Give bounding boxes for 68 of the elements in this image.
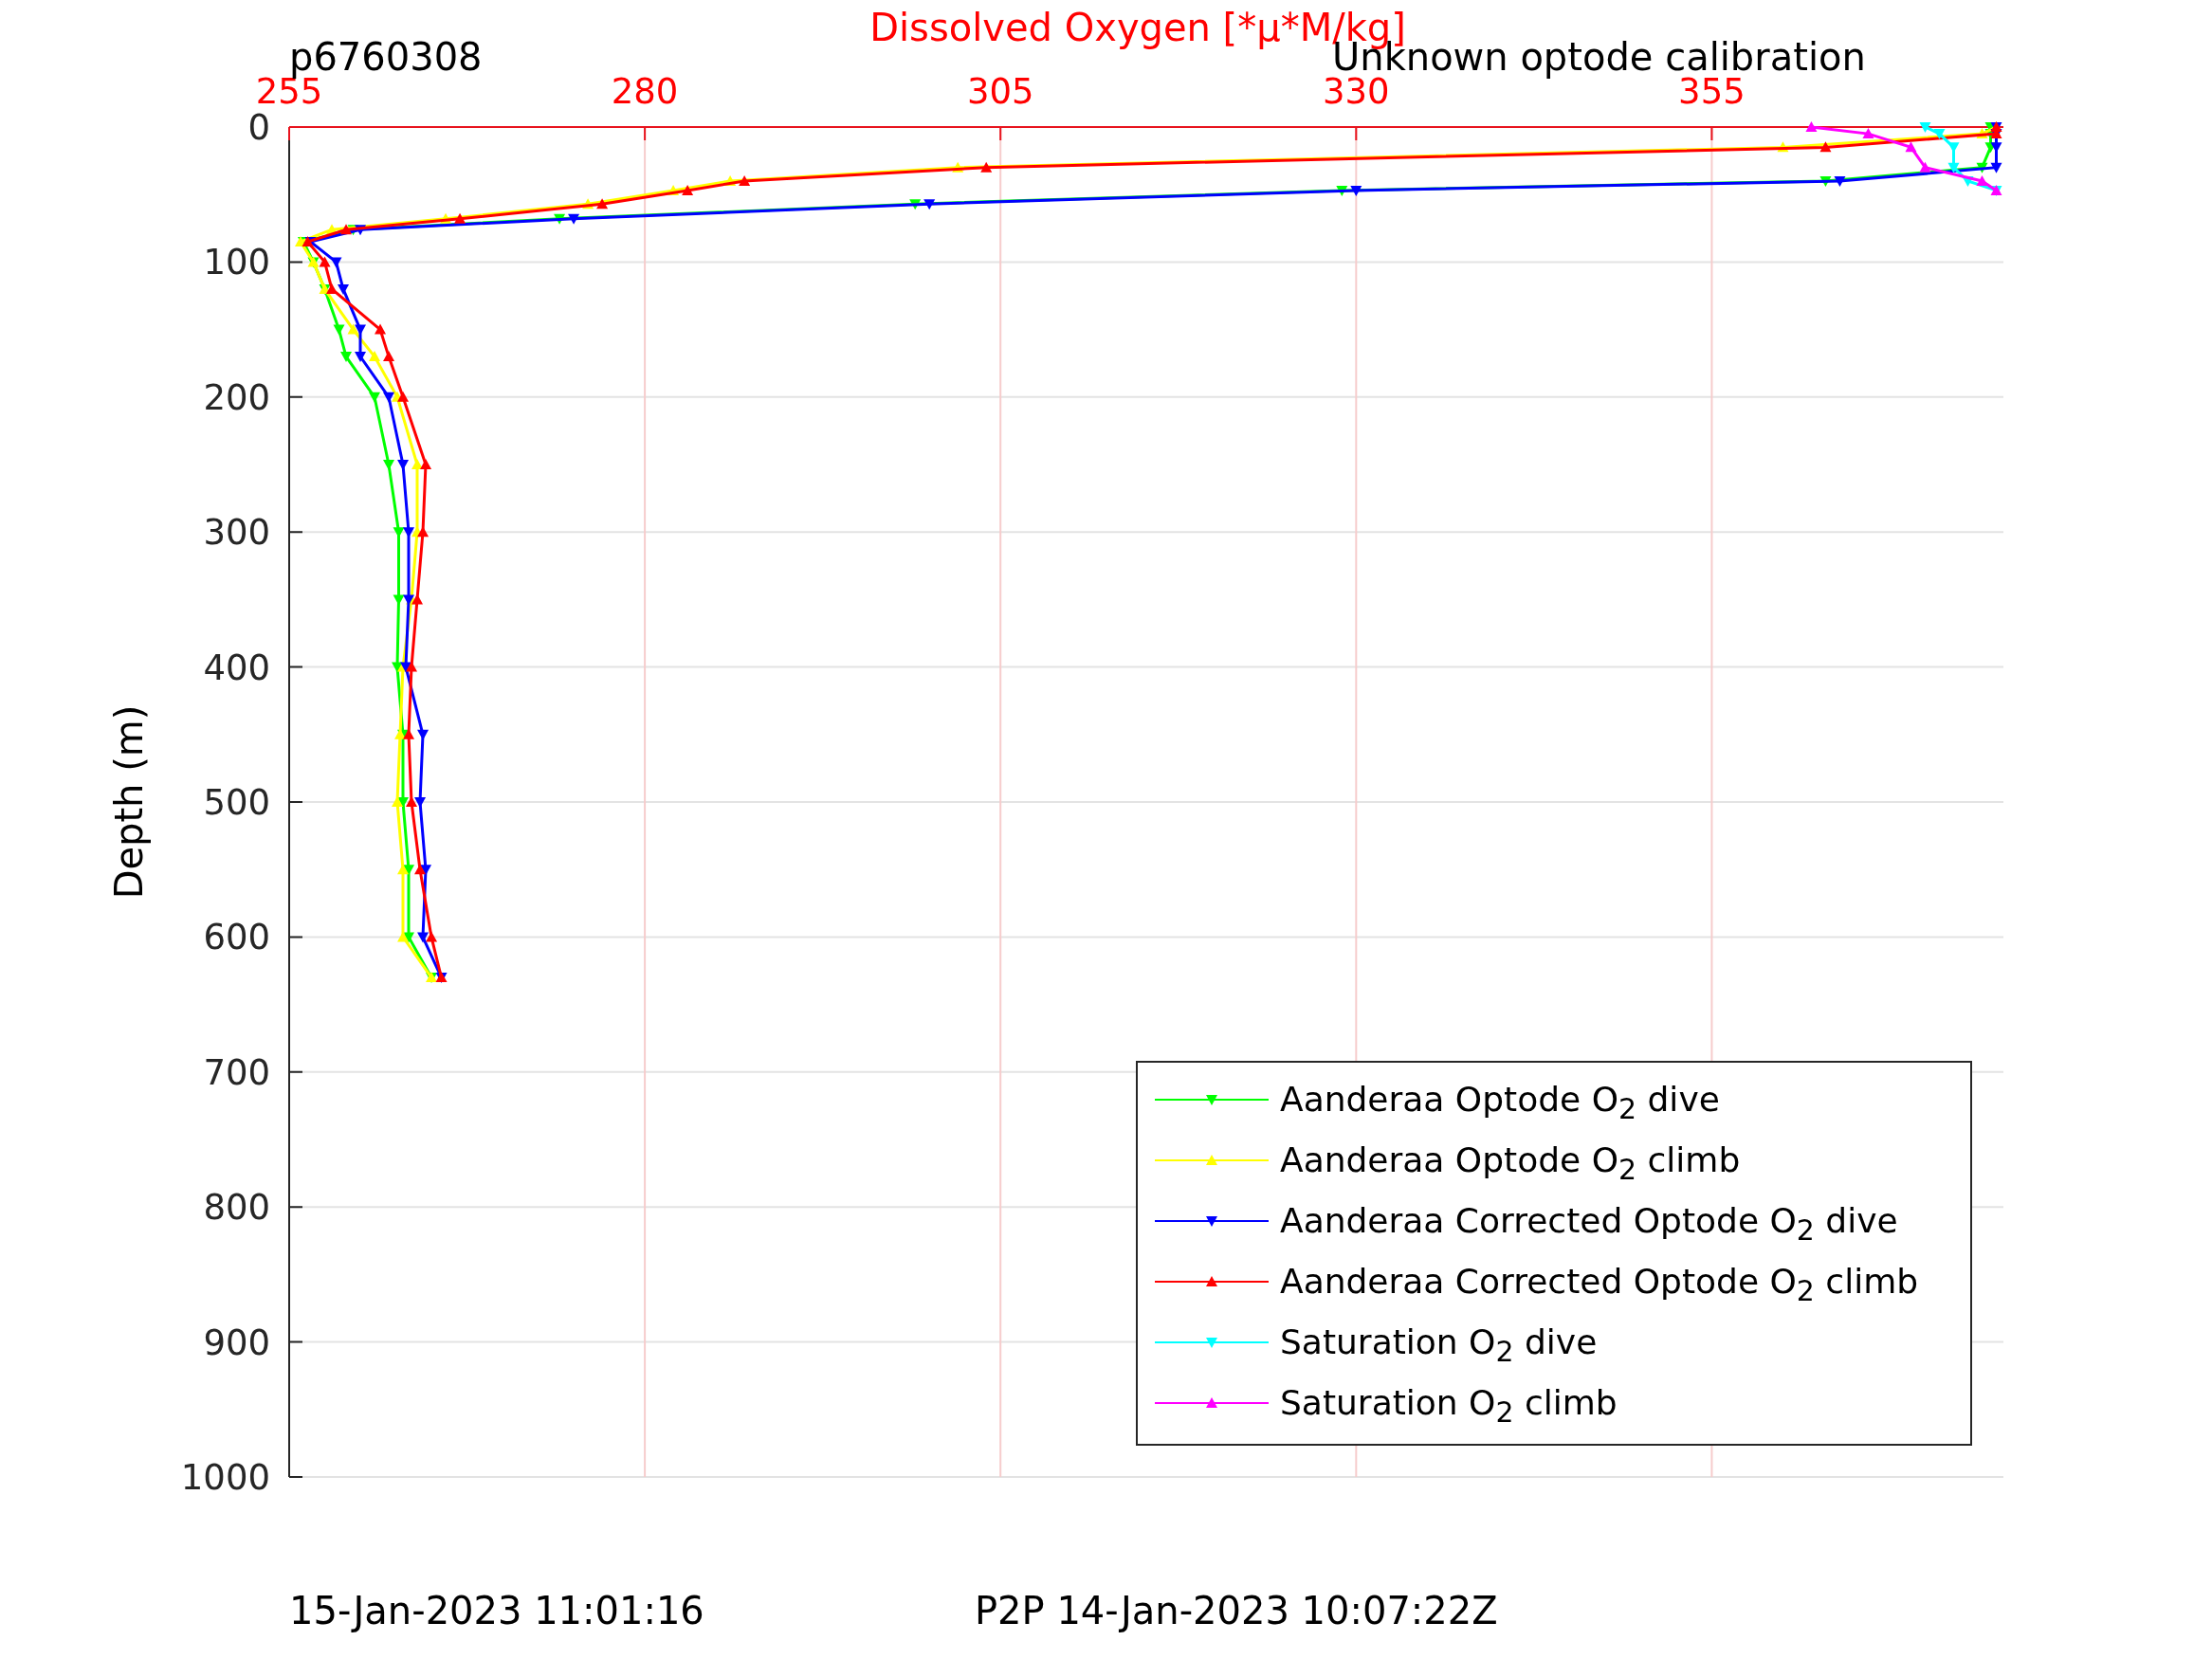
p2p-timestamp: P2P 14-Jan-2023 10:07:22Z xyxy=(975,1589,1498,1632)
point xyxy=(414,864,427,875)
point xyxy=(1805,121,1818,132)
point xyxy=(369,392,381,403)
point xyxy=(1350,185,1362,196)
point xyxy=(739,174,751,186)
point xyxy=(1862,128,1874,139)
point xyxy=(338,283,350,295)
timestamp: 15-Jan-2023 11:01:16 xyxy=(289,1589,704,1632)
point xyxy=(426,931,438,942)
point xyxy=(397,391,410,402)
point xyxy=(340,224,353,235)
x-tick-label: 355 xyxy=(1678,71,1746,112)
point xyxy=(375,323,387,335)
point xyxy=(383,351,395,362)
y-tick-label: 700 xyxy=(203,1051,270,1093)
point xyxy=(454,212,466,224)
point xyxy=(1834,175,1846,187)
point xyxy=(403,932,415,943)
point xyxy=(1919,161,1931,173)
point xyxy=(568,213,580,225)
point xyxy=(319,256,331,267)
legend-label: Aanderaa Optode O$_{2}$ climb xyxy=(1280,1140,1741,1179)
point xyxy=(1905,141,1917,153)
point xyxy=(596,198,609,210)
y-tick-label: 300 xyxy=(203,512,270,554)
legend-line-icon xyxy=(1154,1095,1270,1105)
y-tick-label: 1000 xyxy=(180,1457,270,1498)
point xyxy=(1933,129,1946,140)
y-tick-label: 0 xyxy=(247,107,270,148)
point xyxy=(369,351,381,362)
x-tick-label: 280 xyxy=(611,71,679,112)
point xyxy=(355,352,367,363)
point xyxy=(980,161,993,173)
point xyxy=(333,324,345,336)
y-axis-label: Depth (m) xyxy=(107,704,151,900)
point xyxy=(417,932,430,943)
y-tick-label: 500 xyxy=(203,782,270,823)
legend-line-icon xyxy=(1154,1397,1270,1408)
point xyxy=(1990,162,2002,173)
point xyxy=(420,459,432,469)
point xyxy=(1947,162,1960,173)
y-tick-label: 900 xyxy=(203,1322,270,1363)
legend-line-icon xyxy=(1154,1216,1270,1227)
point xyxy=(347,323,359,335)
legend-line-icon xyxy=(1154,1155,1270,1165)
point xyxy=(1976,174,1988,186)
point xyxy=(682,184,694,195)
legend-label: Saturation O$_{2}$ climb xyxy=(1280,1383,1618,1422)
legend-label: Aanderaa Corrected Optode O$_{2}$ climb xyxy=(1280,1262,1919,1301)
legend-label: Aanderaa Optode O$_{2}$ dive xyxy=(1280,1080,1720,1119)
y-tick-label: 600 xyxy=(203,917,270,958)
legend-label: Saturation O$_{2}$ dive xyxy=(1280,1322,1598,1361)
point xyxy=(340,352,353,363)
y-tick-label: 200 xyxy=(203,376,270,418)
y-tick-label: 800 xyxy=(203,1187,270,1229)
point xyxy=(383,460,395,470)
y-tick-label: 100 xyxy=(203,242,270,283)
x-tick-label: 330 xyxy=(1323,71,1390,112)
point xyxy=(923,199,936,210)
legend-line-icon xyxy=(1154,1276,1270,1286)
legend-line-icon xyxy=(1154,1338,1270,1348)
y-tick-label: 400 xyxy=(203,647,270,688)
point xyxy=(1819,141,1832,153)
legend-label: Aanderaa Corrected Optode O$_{2}$ dive xyxy=(1280,1201,1898,1240)
x-tick-label: 305 xyxy=(966,71,1034,112)
point xyxy=(383,392,395,403)
point xyxy=(1919,122,1931,133)
